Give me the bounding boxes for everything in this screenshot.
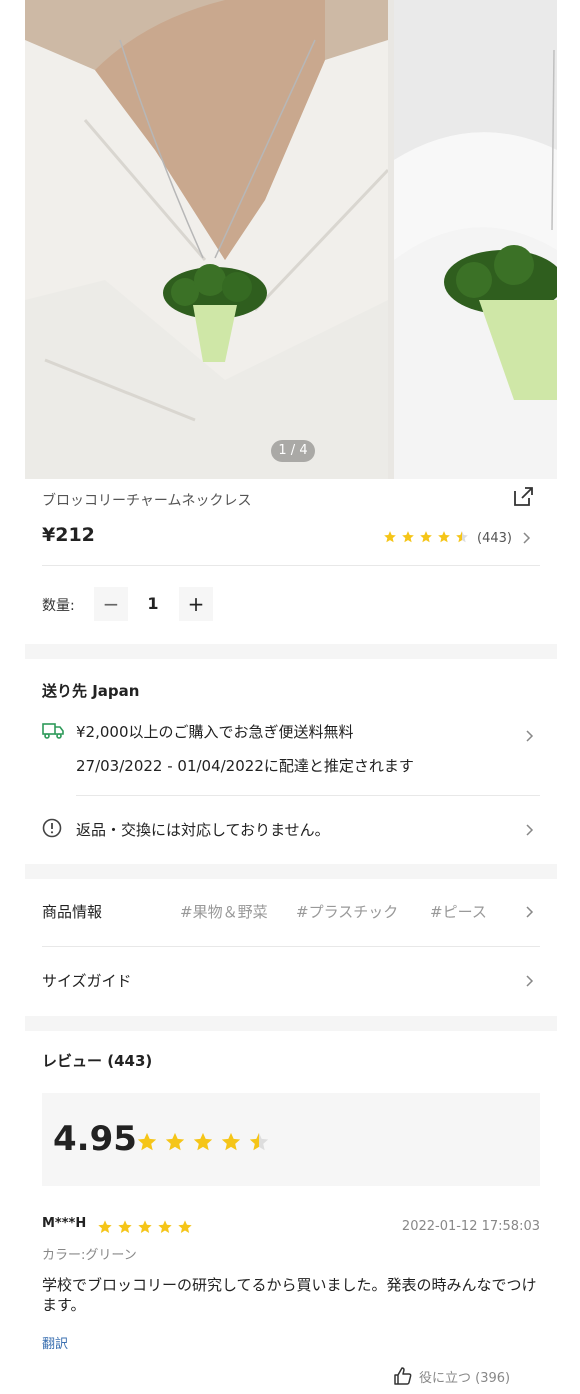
- star-icon: [118, 1220, 132, 1233]
- quantity-value[interactable]: 1: [131, 594, 175, 613]
- product-image-main[interactable]: [25, 0, 388, 479]
- chevron-right-icon[interactable]: [525, 823, 535, 837]
- star-icon: [138, 1220, 152, 1233]
- section-separator: [25, 644, 557, 659]
- image-counter: 1 / 4: [271, 440, 315, 462]
- divider: [42, 565, 540, 566]
- quantity-increase-button[interactable]: +: [179, 587, 213, 621]
- product-image-gallery[interactable]: 1 / 4: [25, 0, 557, 479]
- star-icon: [384, 530, 396, 542]
- helpful-button[interactable]: 役に立つ (396): [393, 1366, 510, 1386]
- divider: [42, 946, 540, 947]
- star-icon: [456, 530, 468, 542]
- rating-overview: 4.95: [42, 1093, 540, 1186]
- star-icon: [420, 530, 432, 542]
- product-tag[interactable]: #プラスチック: [296, 901, 398, 922]
- rating-summary-link[interactable]: (443): [383, 529, 532, 547]
- star-icon: [438, 530, 450, 542]
- reviewer-name: M***H: [42, 1216, 87, 1231]
- chevron-right-icon[interactable]: [525, 729, 535, 743]
- free-shipping-text: ¥2,000以上のご購入でお急ぎ便送料無料: [76, 723, 354, 741]
- quantity-label: 数量:: [42, 598, 75, 614]
- shipping-title: 送り先 Japan: [42, 682, 140, 700]
- average-score: 4.95: [53, 1119, 137, 1159]
- thumbs-up-icon: [394, 1367, 412, 1385]
- star-icon: [158, 1220, 172, 1233]
- review-text: 学校でブロッコリーの研究してるから買いました。発表の時みんなでつけます。: [42, 1276, 537, 1314]
- rating-stars: [383, 529, 473, 548]
- product-tag[interactable]: #果物＆野菜: [180, 901, 268, 922]
- return-policy-text[interactable]: 返品・交換には対応しておりません。: [76, 819, 330, 840]
- quantity-decrease-button[interactable]: −: [94, 587, 128, 621]
- star-icon: [137, 1132, 157, 1151]
- star-icon: [402, 530, 414, 542]
- product-image-second[interactable]: [394, 0, 557, 479]
- average-stars: [136, 1131, 276, 1153]
- product-page: 1 / 4 ブロッコリーチャームネックレス ¥212 (443) 数量: − 1…: [25, 0, 557, 1394]
- share-icon[interactable]: [511, 485, 535, 509]
- star-icon: [165, 1132, 185, 1151]
- star-icon: [193, 1132, 213, 1151]
- size-guide-label[interactable]: サイズガイド: [42, 970, 132, 991]
- section-separator: [25, 1016, 557, 1031]
- translate-link[interactable]: 翻訳: [42, 1333, 68, 1352]
- rating-count: (443): [477, 530, 512, 546]
- chevron-right-icon[interactable]: [525, 905, 535, 919]
- reviews-title: レビュー (443): [42, 1052, 153, 1070]
- helpful-count: 役に立つ (396): [419, 1370, 511, 1386]
- divider: [76, 795, 540, 796]
- product-info-label[interactable]: 商品情報: [42, 901, 102, 922]
- truck-icon: [42, 723, 64, 739]
- review-color-option: カラー:グリーン: [42, 1248, 137, 1263]
- star-icon: [178, 1220, 192, 1233]
- chevron-right-icon: [523, 532, 531, 544]
- alert-circle-icon: [42, 818, 62, 838]
- product-price: ¥212: [42, 524, 95, 546]
- star-icon: [98, 1220, 112, 1233]
- product-tag[interactable]: #ピース: [430, 901, 487, 922]
- star-icon: [249, 1132, 269, 1151]
- product-title: ブロッコリーチャームネックレス: [42, 493, 252, 509]
- delivery-estimate-text: 27/03/2022 - 01/04/2022に配達と推定されます: [76, 757, 414, 775]
- star-icon: [221, 1132, 241, 1151]
- section-separator: [25, 864, 557, 879]
- review-stars: [97, 1219, 197, 1235]
- review-date: 2022-01-12 17:58:03: [401, 1219, 540, 1234]
- chevron-right-icon[interactable]: [525, 974, 535, 988]
